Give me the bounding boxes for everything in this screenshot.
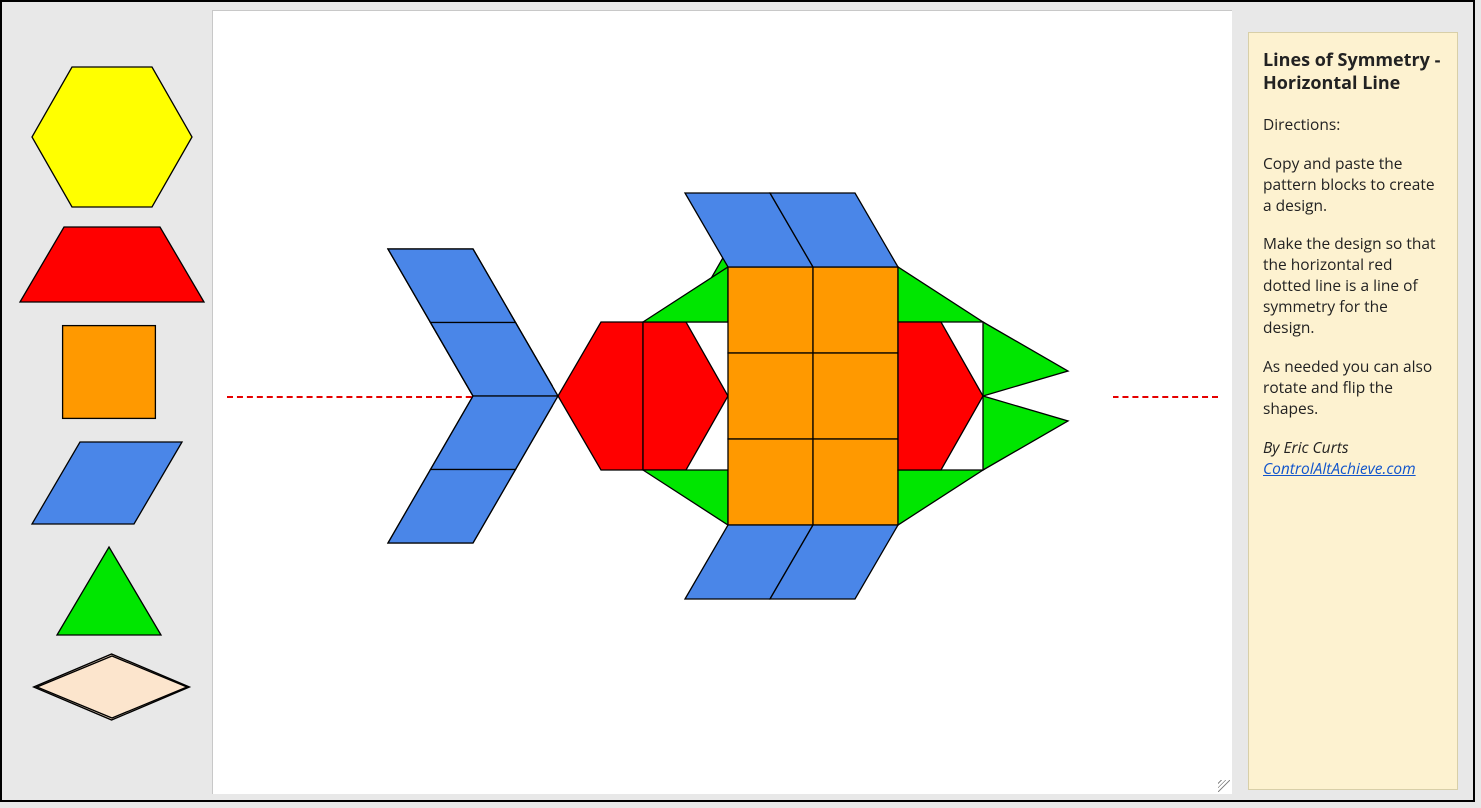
palette-rhombus[interactable]	[32, 442, 182, 524]
author-line: By Eric Curts ControlAltAchieve.com	[1263, 437, 1443, 479]
panel-title: Lines of Symmetry - Horizontal Line	[1263, 49, 1443, 96]
orange-body[interactable]	[728, 267, 898, 525]
fish-design[interactable]	[213, 11, 1233, 795]
app-frame: Lines of Symmetry - Horizontal Line Dire…	[0, 0, 1475, 802]
palette-hexagon[interactable]	[32, 67, 192, 207]
palette-thin-rhombus[interactable]	[16, 654, 208, 720]
directions-p1: Copy and paste the pattern blocks to cre…	[1263, 153, 1443, 216]
instructions-panel: Lines of Symmetry - Horizontal Line Dire…	[1248, 32, 1458, 790]
author-link[interactable]: ControlAltAchieve.com	[1263, 457, 1416, 479]
palette-square[interactable]	[62, 325, 156, 419]
author-name: By Eric Curts	[1263, 436, 1349, 458]
directions-p3: As needed you can also rotate and flip t…	[1263, 356, 1443, 419]
directions-label: Directions:	[1263, 114, 1443, 135]
palette-trapezoid[interactable]	[20, 227, 204, 302]
directions-p2: Make the design so that the horizontal r…	[1263, 233, 1443, 338]
palette-triangle[interactable]	[57, 547, 161, 635]
drawing-canvas[interactable]	[212, 10, 1232, 794]
